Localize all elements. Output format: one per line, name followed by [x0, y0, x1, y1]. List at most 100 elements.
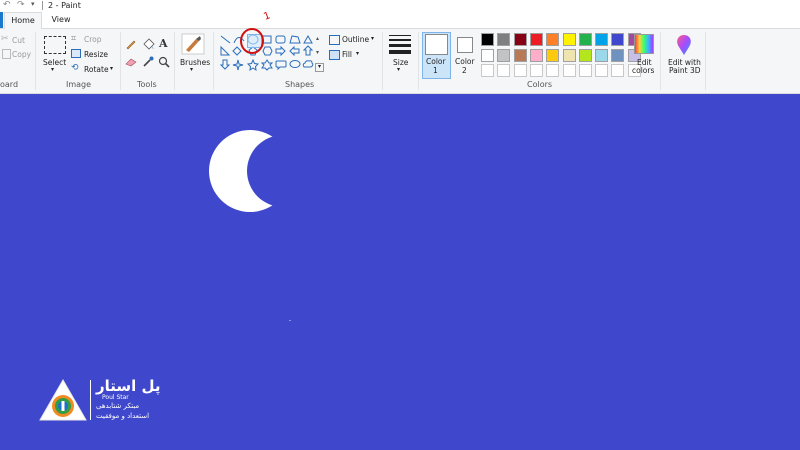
select-dropdown-icon[interactable]: ▾: [51, 66, 54, 73]
slogan-line-1: مبتکر شتابدهی: [96, 402, 140, 410]
window-title: 2 - Paint: [48, 1, 81, 10]
gallery-scroll-up-icon[interactable]: ▴: [316, 35, 319, 42]
crop-button[interactable]: Crop: [84, 35, 102, 44]
color-swatch[interactable]: [595, 64, 609, 77]
canvas-dot: [289, 320, 291, 321]
right-arrow-shape-icon: [275, 45, 286, 57]
color-swatch[interactable]: [595, 33, 609, 46]
pencil-icon[interactable]: [125, 38, 137, 50]
tab-home[interactable]: Home: [4, 12, 42, 30]
color-1-number: 1: [433, 66, 438, 75]
brushes-icon[interactable]: [181, 33, 205, 55]
resize-icon[interactable]: [71, 49, 81, 58]
select-icon[interactable]: [44, 36, 66, 54]
fill-bucket-icon[interactable]: [142, 38, 155, 50]
color-swatch[interactable]: [481, 48, 494, 62]
fill-button[interactable]: Fill: [342, 50, 352, 59]
tab-view[interactable]: View: [44, 12, 78, 28]
size-dropdown-icon[interactable]: ▾: [397, 66, 400, 73]
color-swatch[interactable]: [611, 48, 625, 62]
color-picker-icon[interactable]: [142, 56, 154, 68]
color-swatch[interactable]: [562, 33, 576, 46]
slogan-line-2: استعداد و موفقیت: [96, 412, 150, 420]
edit-colors-icon[interactable]: [634, 34, 654, 54]
left-arrow-shape-icon: [289, 45, 300, 57]
redo-icon[interactable]: ↷: [17, 0, 25, 10]
separator: [174, 32, 175, 90]
separator: [660, 32, 661, 90]
text-icon[interactable]: A: [159, 37, 168, 50]
polygon-shape-icon: [289, 35, 301, 44]
color-swatch[interactable]: [562, 64, 576, 77]
color-swatch[interactable]: [546, 48, 560, 62]
size-icon[interactable]: [389, 35, 411, 54]
separator: [418, 32, 419, 90]
copy-icon: [2, 49, 11, 59]
resize-button[interactable]: Resize: [84, 50, 108, 59]
color-swatch[interactable]: [562, 48, 576, 62]
oval-callout-shape-icon: [289, 60, 301, 68]
crescent-moon-drawing: [209, 130, 305, 212]
color-swatch[interactable]: [497, 33, 511, 46]
color-swatch[interactable]: [497, 64, 511, 77]
eraser-icon[interactable]: [125, 57, 137, 67]
quick-access-dropdown-icon[interactable]: ▾: [31, 0, 35, 8]
paint-3d-label-2[interactable]: Paint 3D: [669, 66, 701, 75]
brand-name: پل استار: [96, 377, 161, 395]
color-swatch[interactable]: [611, 64, 625, 77]
five-point-star-shape-icon: [246, 58, 260, 72]
magnifier-icon[interactable]: [158, 56, 170, 68]
right-triangle-shape-icon: [220, 45, 231, 56]
separator: [382, 32, 383, 90]
size-button[interactable]: Size: [393, 58, 408, 67]
file-tab-edge[interactable]: [0, 12, 3, 28]
color-swatch[interactable]: [513, 48, 527, 62]
paint-3d-icon[interactable]: [673, 33, 695, 57]
fill-dropdown-icon[interactable]: ▾: [356, 50, 359, 57]
color-swatch[interactable]: [578, 33, 592, 46]
fill-icon[interactable]: [329, 50, 340, 60]
color-swatch[interactable]: [513, 33, 527, 46]
four-point-star-shape-icon: [232, 59, 244, 71]
color-swatch[interactable]: [578, 64, 592, 77]
color-2-label: Color: [455, 57, 475, 66]
gallery-more-icon[interactable]: ▾: [315, 63, 324, 72]
select-button[interactable]: Select: [43, 58, 66, 67]
colors-group-label: Colors: [527, 80, 553, 89]
color-swatch[interactable]: [611, 33, 625, 46]
color-swatch[interactable]: [481, 64, 494, 77]
gallery-scroll-down-icon[interactable]: ▾: [316, 49, 319, 56]
shapes-group-label: Shapes: [285, 80, 315, 89]
color-swatch[interactable]: [513, 64, 527, 77]
brand-name-latin: Poul Star: [102, 394, 129, 401]
color-swatch[interactable]: [481, 33, 494, 46]
crop-icon[interactable]: ⌗: [71, 34, 76, 44]
outline-button[interactable]: Outline: [342, 35, 369, 44]
tools-group-label: Tools: [137, 80, 157, 89]
rounded-callout-shape-icon: [275, 60, 287, 71]
rotate-icon[interactable]: ⟲: [71, 63, 79, 73]
cut-button[interactable]: Cut: [12, 36, 25, 45]
color-swatch[interactable]: [595, 48, 609, 62]
color-swatch[interactable]: [497, 48, 511, 62]
color-swatch[interactable]: [529, 48, 543, 62]
color-swatch[interactable]: [546, 64, 560, 77]
title-bar: ↶ ↷ ▾ 2 - Paint: [0, 0, 800, 12]
brushes-dropdown-icon[interactable]: ▾: [190, 66, 193, 73]
undo-icon[interactable]: ↶: [3, 0, 11, 10]
outline-dropdown-icon[interactable]: ▾: [371, 35, 374, 42]
down-arrow-shape-icon: [219, 59, 231, 70]
color-2-swatch[interactable]: [457, 37, 473, 53]
color-swatch[interactable]: [546, 33, 560, 46]
color-1-label: Color: [426, 57, 446, 66]
six-point-star-shape-icon: [260, 59, 274, 71]
color-swatch[interactable]: [529, 33, 543, 46]
color-swatch[interactable]: [578, 48, 592, 62]
copy-button[interactable]: Copy: [12, 50, 31, 59]
rotate-button[interactable]: Rotate: [84, 65, 109, 74]
rotate-dropdown-icon[interactable]: ▾: [110, 65, 113, 72]
edit-colors-label-2[interactable]: colors: [632, 66, 654, 75]
brushes-button[interactable]: Brushes: [180, 58, 210, 67]
color-swatch[interactable]: [529, 64, 543, 77]
outline-icon[interactable]: [329, 35, 340, 45]
